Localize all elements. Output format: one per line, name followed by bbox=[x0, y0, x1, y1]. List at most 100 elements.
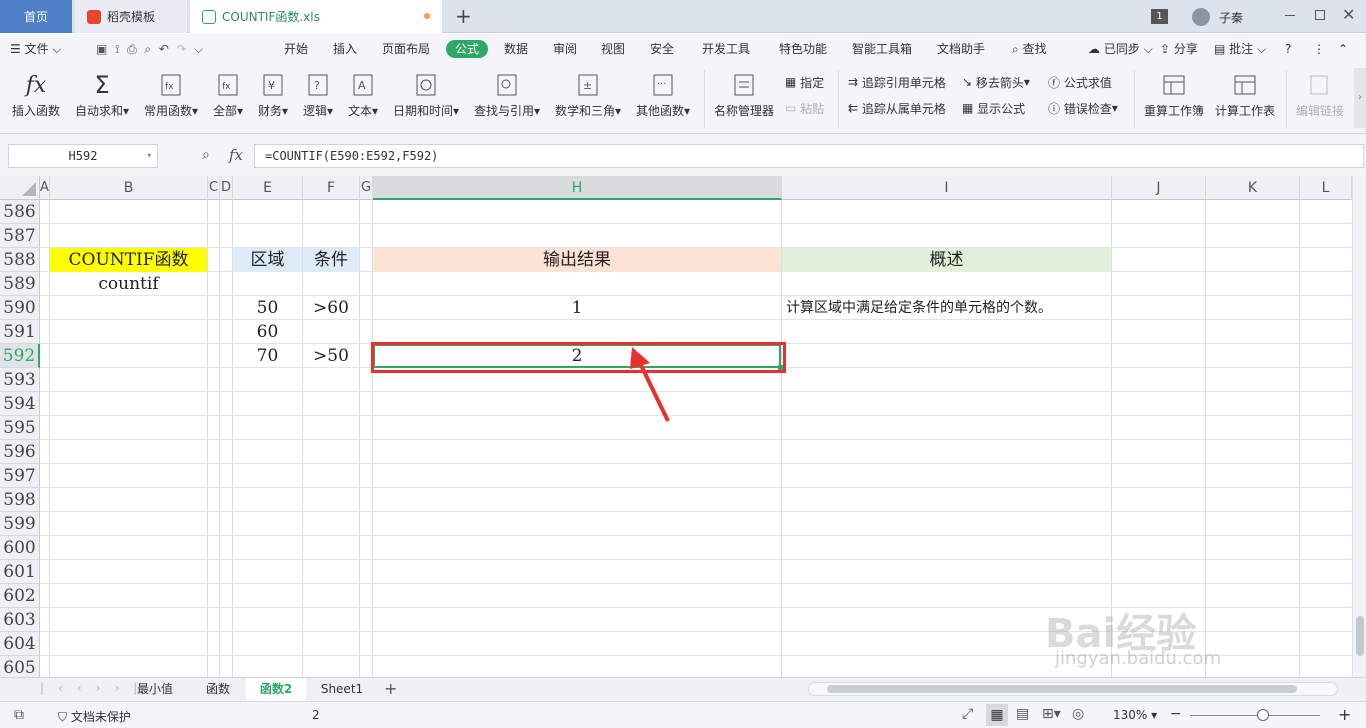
sheet-tab[interactable]: 函数 bbox=[190, 678, 246, 701]
row-header[interactable]: 593 bbox=[0, 368, 40, 392]
edit-links-button[interactable]: 编辑链接 bbox=[1296, 68, 1344, 120]
row-header[interactable]: 604 bbox=[0, 632, 40, 656]
cell-e590[interactable]: 50 bbox=[233, 296, 302, 320]
show-formulas-button[interactable]: ▦ 显示公式 bbox=[962, 98, 1025, 118]
menu-security[interactable]: 安全 bbox=[650, 40, 674, 58]
sync-status[interactable]: ☁ 已同步 ⌵ bbox=[1088, 40, 1153, 58]
evaluate-formula-button[interactable]: ⓕ 公式求值 bbox=[1048, 72, 1112, 92]
page-layout-icon[interactable]: ▤ bbox=[1016, 706, 1029, 722]
fx-formula-icon[interactable]: fx bbox=[229, 146, 243, 164]
menu-data[interactable]: 数据 bbox=[504, 40, 528, 58]
zoom-in-button[interactable]: + bbox=[1338, 705, 1351, 724]
all-functions-button[interactable]: fx 全部▾ bbox=[213, 68, 243, 120]
column-header-g[interactable]: G bbox=[360, 176, 373, 200]
menu-doc-assistant[interactable]: 文档助手 bbox=[937, 40, 985, 58]
menu-review[interactable]: 审阅 bbox=[553, 40, 577, 58]
row-header[interactable]: 587 bbox=[0, 224, 40, 248]
close-icon[interactable]: ✕ bbox=[1342, 5, 1355, 24]
row-header[interactable]: 600 bbox=[0, 536, 40, 560]
menu-developer[interactable]: 开发工具 bbox=[702, 40, 750, 58]
cell-b589[interactable]: countif bbox=[50, 272, 207, 296]
cell-e592[interactable]: 70 bbox=[233, 344, 302, 368]
row-header[interactable]: 591 bbox=[0, 320, 40, 344]
column-header-i[interactable]: I bbox=[782, 176, 1112, 200]
eye-protection-icon[interactable]: ◎ bbox=[1072, 706, 1084, 722]
customize-icon[interactable]: ⌵ bbox=[194, 42, 203, 56]
sheet-tab[interactable]: Sheet1 bbox=[306, 678, 378, 701]
menu-smart-tools[interactable]: 智能工具箱 bbox=[852, 40, 912, 58]
protection-status[interactable]: ⛉ 文档未保护 bbox=[58, 708, 131, 725]
row-header[interactable]: 597 bbox=[0, 464, 40, 488]
avatar[interactable] bbox=[1192, 8, 1210, 26]
cell-i588[interactable]: 概述 bbox=[782, 248, 1111, 272]
logic-button[interactable]: ? 逻辑▾ bbox=[303, 68, 333, 120]
redo-icon[interactable]: ↷ bbox=[176, 42, 186, 56]
undo-icon[interactable]: ↶ bbox=[159, 42, 169, 56]
column-header-c[interactable]: C bbox=[208, 176, 220, 200]
minimize-icon[interactable] bbox=[1285, 15, 1295, 16]
sheet-tab[interactable]: 最小值 bbox=[120, 678, 190, 701]
define-name-button[interactable]: ▦ 指定 bbox=[785, 72, 824, 92]
zoom-out-button[interactable]: − bbox=[1170, 706, 1182, 722]
print-preview-icon[interactable]: ⌕ bbox=[144, 42, 151, 56]
window-count-badge[interactable]: 1 bbox=[1151, 9, 1168, 24]
zoom-formula-icon[interactable]: ⌕ bbox=[202, 147, 210, 163]
name-box[interactable]: H592 ▾ bbox=[8, 144, 158, 168]
collapse-ribbon-icon[interactable]: ⌃ bbox=[1338, 40, 1348, 58]
row-header[interactable]: 605 bbox=[0, 656, 40, 677]
select-all-corner[interactable] bbox=[0, 176, 40, 200]
cell-h590[interactable]: 1 bbox=[373, 296, 781, 320]
column-header-f[interactable]: F bbox=[303, 176, 360, 200]
ribbon-scroll-right[interactable]: › bbox=[1354, 68, 1366, 128]
zoom-slider-handle[interactable] bbox=[1257, 709, 1269, 721]
trace-dependents-button[interactable]: ⇇ 追踪从属单元格 bbox=[848, 98, 946, 118]
calc-sheet-button[interactable]: 计算工作表 bbox=[1215, 68, 1275, 120]
row-header[interactable]: 589 bbox=[0, 272, 40, 296]
horizontal-scrollbar[interactable] bbox=[808, 682, 1338, 696]
column-header-h[interactable]: H bbox=[373, 176, 782, 200]
cell-b588[interactable]: COUNTIF函数 bbox=[50, 248, 207, 272]
menu-insert[interactable]: 插入 bbox=[333, 40, 357, 58]
menu-page-layout[interactable]: 页面布局 bbox=[382, 40, 430, 58]
zoom-slider[interactable] bbox=[1190, 715, 1320, 716]
fullscreen-icon[interactable]: ⤢ bbox=[962, 706, 973, 722]
column-header-b[interactable]: B bbox=[50, 176, 208, 200]
finance-button[interactable]: ¥ 财务▾ bbox=[258, 68, 288, 120]
sheet-tab-active[interactable]: 函数2 bbox=[246, 678, 306, 701]
row-header[interactable]: 599 bbox=[0, 512, 40, 536]
other-functions-button[interactable]: ··· 其他函数▾ bbox=[636, 68, 690, 120]
autosum-button[interactable]: Σ 自动求和▾ bbox=[75, 68, 129, 120]
comment-button[interactable]: ▤ 批注 ⌵ bbox=[1214, 40, 1266, 58]
math-button[interactable]: ± 数学和三角▾ bbox=[555, 68, 621, 120]
zoom-level[interactable]: 130% ▾ bbox=[1113, 708, 1157, 722]
cell-e588[interactable]: 区域 bbox=[233, 248, 302, 272]
paste-name-button[interactable]: ▭ 粘贴 bbox=[785, 98, 824, 118]
row-header[interactable]: 602 bbox=[0, 584, 40, 608]
macro-icon[interactable]: ⧉ bbox=[14, 707, 24, 723]
tab-templates[interactable]: 稻壳模板 bbox=[75, 0, 187, 33]
more-icon[interactable]: ⋮ bbox=[1313, 40, 1325, 58]
error-check-button[interactable]: ⓘ 错误检查 ▾ bbox=[1048, 98, 1118, 118]
insert-function-button[interactable]: fx 插入函数 bbox=[12, 68, 60, 120]
text-button[interactable]: A 文本▾ bbox=[348, 68, 378, 120]
scrollbar-thumb[interactable] bbox=[827, 685, 1297, 693]
restore-icon[interactable] bbox=[1315, 10, 1325, 20]
cell-f588[interactable]: 条件 bbox=[303, 248, 359, 272]
row-header[interactable]: 586 bbox=[0, 200, 40, 224]
menu-start[interactable]: 开始 bbox=[284, 40, 308, 58]
row-header[interactable]: 596 bbox=[0, 440, 40, 464]
row-header[interactable]: 603 bbox=[0, 608, 40, 632]
column-header-j[interactable]: J bbox=[1112, 176, 1206, 200]
row-header-selected[interactable]: 592 bbox=[0, 344, 40, 368]
row-header[interactable]: 595 bbox=[0, 416, 40, 440]
name-manager-button[interactable]: 名称管理器 bbox=[714, 68, 774, 120]
column-header-d[interactable]: D bbox=[220, 176, 233, 200]
cell-h588[interactable]: 输出结果 bbox=[373, 248, 781, 272]
recalc-workbook-button[interactable]: 重算工作簿 bbox=[1144, 68, 1204, 120]
page-break-icon[interactable]: ⊞▾ bbox=[1042, 706, 1061, 722]
cell-f592[interactable]: >50 bbox=[303, 344, 359, 368]
row-header[interactable]: 598 bbox=[0, 488, 40, 512]
search-button[interactable]: ⌕ 查找 bbox=[1012, 40, 1047, 58]
row-header[interactable]: 594 bbox=[0, 392, 40, 416]
format-painter-icon[interactable]: ⟟ bbox=[115, 42, 119, 56]
